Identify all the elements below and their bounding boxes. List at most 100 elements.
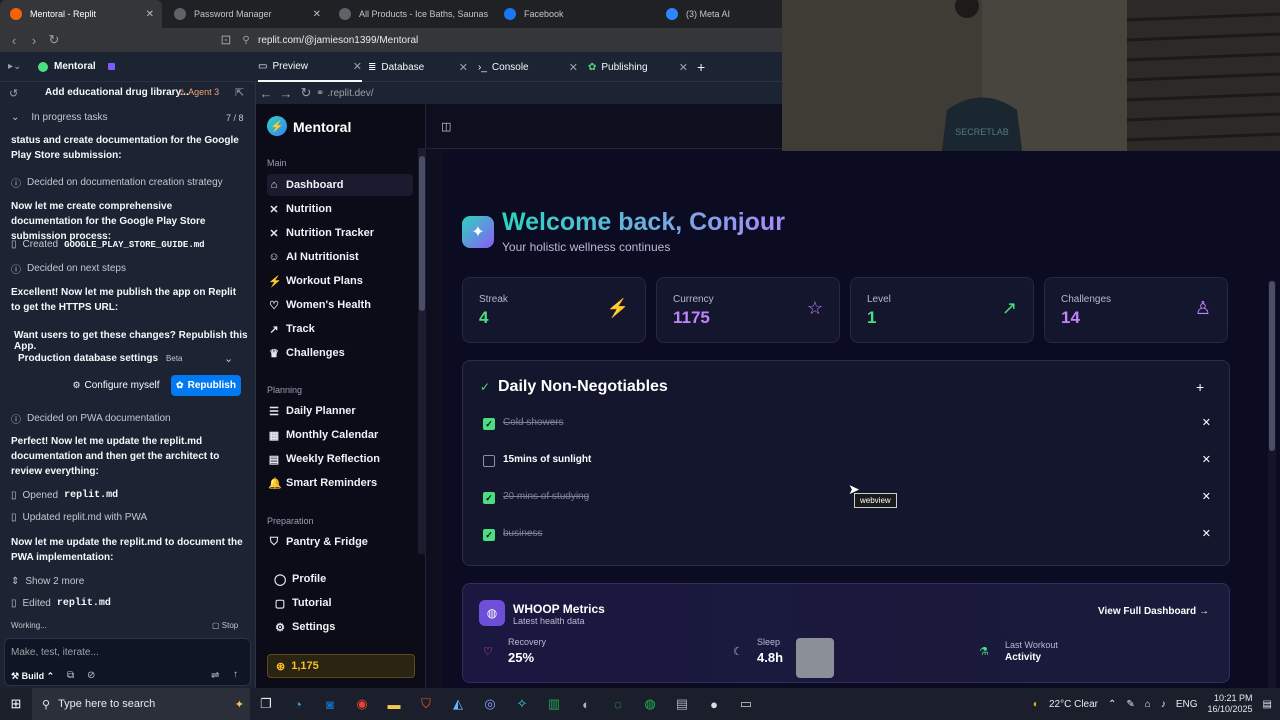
screenshot-icon[interactable]: ⧉	[67, 670, 74, 681]
send-icon[interactable]: ↑	[233, 669, 238, 680]
build-mode-button[interactable]: ⚒ Build ⌃	[11, 671, 54, 682]
add-item-button[interactable]: +	[1196, 379, 1204, 395]
checkbox[interactable]: ✓	[483, 418, 495, 430]
delete-item-icon[interactable]: ✕	[1202, 416, 1211, 429]
chevron-down-icon[interactable]: ⌄	[224, 352, 233, 365]
browser-tab-meta-ai[interactable]: (3) Meta AI	[656, 0, 782, 28]
nav-item[interactable]: ⌂ Dashboard	[267, 174, 413, 196]
chrome-icon[interactable]: ◉	[346, 688, 378, 720]
db-settings-toggle[interactable]: Production database settings Beta	[18, 353, 183, 364]
nav-item[interactable]: ☰ Daily Planner	[267, 400, 413, 422]
clock[interactable]: 10:21 PM 16/10/2025	[1208, 693, 1253, 715]
preview-url[interactable]: .replit.dev/	[327, 88, 373, 99]
outlook-icon[interactable]: ◙	[314, 688, 346, 720]
view-dashboard-button[interactable]: View Full Dashboard →	[1098, 606, 1209, 617]
task-view-icon[interactable]: ❐	[250, 688, 282, 720]
taskbar-search[interactable]: ⚲ Type here to search ✦	[32, 688, 250, 720]
show-more-toggle[interactable]: ⇕ Show 2 more	[11, 576, 84, 587]
pen-icon[interactable]: ✎	[1126, 699, 1134, 710]
copilot-icon[interactable]: ✧	[506, 688, 538, 720]
url-field[interactable]: replit.com/@jamieson1399/Mentoral	[258, 35, 418, 46]
nav-item[interactable]: ♛ Challenges	[267, 342, 413, 364]
attach-icon[interactable]: ⊘	[87, 670, 95, 681]
nav-item[interactable]: 🔔 Smart Reminders	[267, 472, 413, 494]
history-icon[interactable]: ↺	[9, 87, 18, 100]
reload-icon[interactable]: ↻	[296, 83, 316, 103]
delete-item-icon[interactable]: ✕	[1202, 527, 1211, 540]
nav-item[interactable]: ☺ AI Nutritionist	[267, 246, 413, 268]
created-item[interactable]: ▯ Created GOOGLE_PLAY_STORE_GUIDE.md	[11, 239, 205, 250]
excel-icon[interactable]: ▥	[538, 688, 570, 720]
steam-icon[interactable]: ◐	[570, 688, 602, 720]
nav-item[interactable]: ⚙ Settings	[273, 616, 419, 638]
republish-button[interactable]: ✿ Republish	[171, 375, 241, 396]
close-tab-icon[interactable]: ✕	[679, 61, 688, 74]
reload-icon[interactable]: ↻	[44, 30, 64, 50]
stop-button[interactable]: ▢ Stop	[212, 621, 238, 630]
tasks-toggle[interactable]: ⌄ In progress tasks	[11, 112, 108, 123]
project-title[interactable]: Mentoral	[38, 61, 115, 72]
app-icon[interactable]: ▤	[666, 688, 698, 720]
whatsapp-icon[interactable]: ◌	[602, 688, 634, 720]
close-tab-icon[interactable]: ✕	[459, 61, 468, 74]
nav-item[interactable]: ⚡ Workout Plans	[267, 270, 413, 292]
close-tab-icon[interactable]: ✕	[569, 61, 578, 74]
delete-item-icon[interactable]: ✕	[1202, 490, 1211, 503]
nav-item[interactable]: ⛉ Pantry & Fridge	[267, 531, 413, 553]
back-icon[interactable]: ←	[256, 83, 276, 103]
nav-item[interactable]: ▤ Weekly Reflection	[267, 448, 413, 470]
browser-tab-products[interactable]: All Products - Ice Baths, Saunas & Re	[329, 0, 494, 28]
app-icon[interactable]: ◭	[442, 688, 474, 720]
delete-item-icon[interactable]: ✕	[1202, 453, 1211, 466]
checkbox[interactable]: ✓	[483, 492, 495, 504]
agent-input[interactable]: Make, test, iterate...	[11, 647, 99, 658]
tab-publishing[interactable]: ✿ Publishing ✕	[588, 52, 688, 82]
nav-item[interactable]: ♡ Women's Health	[267, 294, 413, 316]
windows-start-icon[interactable]: ⊞	[0, 688, 32, 720]
nav-item[interactable]: ▢ Tutorial	[273, 592, 419, 614]
checkbox[interactable]	[483, 455, 495, 467]
back-icon[interactable]: ‹	[4, 30, 24, 50]
forward-icon[interactable]: →	[276, 83, 296, 103]
floating-widget[interactable]	[796, 638, 834, 678]
brave-icon[interactable]: ⛉	[410, 688, 442, 720]
browser-tab-replit[interactable]: Mentoral - Replit ✕	[0, 0, 162, 28]
app-icon[interactable]: ▭	[730, 688, 762, 720]
opened-item[interactable]: ▯ Opened replit.md	[11, 490, 118, 501]
configure-button[interactable]: ⚙ Configure myself	[67, 375, 165, 395]
weather-text[interactable]: 22°C Clear	[1049, 699, 1098, 710]
browser-tab-password[interactable]: Password Manager ✕	[164, 0, 329, 28]
nav-item[interactable]: ↗ Track	[267, 318, 413, 340]
checkbox[interactable]: ✓	[483, 529, 495, 541]
edited-item[interactable]: ▯ Edited replit.md	[11, 598, 111, 609]
tab-preview[interactable]: ▭ Preview ✕	[258, 52, 362, 82]
sidebar-toggle-icon[interactable]: ▸⌄	[8, 61, 21, 72]
site-info-icon[interactable]: ⚲	[236, 30, 256, 50]
spotify-icon[interactable]: ◍	[634, 688, 666, 720]
notifications-icon[interactable]: ▤	[1263, 699, 1272, 710]
updated-item[interactable]: ▯ Updated replit.md with PWA	[11, 512, 147, 523]
volume-icon[interactable]: ♪	[1161, 699, 1166, 710]
language[interactable]: ENG	[1176, 699, 1198, 710]
nav-item[interactable]: ▦ Monthly Calendar	[267, 424, 413, 446]
nav-item[interactable]: ✕ Nutrition Tracker	[267, 222, 413, 244]
edge-icon[interactable]: ◔	[282, 688, 314, 720]
forward-icon[interactable]: ›	[24, 30, 44, 50]
browser-tab-facebook[interactable]: Facebook	[494, 0, 656, 28]
tab-console[interactable]: ›_ Console ✕	[478, 52, 578, 82]
app-icon[interactable]: ◎	[474, 688, 506, 720]
bookmark-icon[interactable]: ⊡	[216, 30, 236, 50]
add-tab-icon[interactable]: +	[697, 52, 705, 82]
decided-item[interactable]: ⓘ Decided on PWA documentation	[11, 411, 171, 426]
main-scrollbar[interactable]	[1268, 281, 1276, 688]
app-icon[interactable]: ●	[698, 688, 730, 720]
tray-chevron-icon[interactable]: ⌃	[1108, 699, 1116, 710]
sidebar-scrollbar[interactable]	[418, 148, 426, 554]
tab-database[interactable]: ≣ Database ✕	[368, 52, 468, 82]
nav-item[interactable]: ◯ Profile	[273, 568, 419, 590]
close-tab-icon[interactable]: ✕	[353, 60, 362, 73]
decided-item[interactable]: ⓘ Decided on documentation creation stra…	[11, 175, 223, 190]
nav-item[interactable]: ✕ Nutrition	[267, 198, 413, 220]
network-icon[interactable]: ⌂	[1145, 699, 1151, 710]
settings-sliders-icon[interactable]: ⇌	[211, 670, 219, 681]
